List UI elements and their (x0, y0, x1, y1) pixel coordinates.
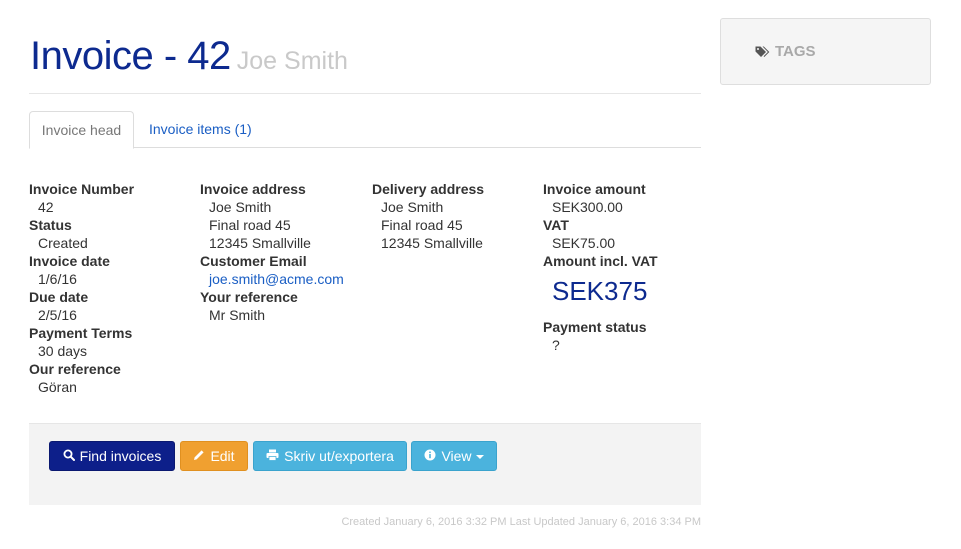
delivery-address-city: 12345 Smallville (381, 235, 483, 251)
payment-status-value: ? (552, 337, 560, 353)
invoice-address-label: Invoice address (200, 181, 306, 197)
tab-invoice-items[interactable]: Invoice items (1) (137, 111, 264, 148)
your-reference-label: Your reference (200, 289, 298, 305)
due-date-label: Due date (29, 289, 89, 305)
customer-email-label: Customer Email (200, 253, 307, 269)
tags-icon (755, 45, 770, 62)
delivery-address-column: Delivery address Joe Smith Final road 45… (372, 180, 540, 252)
print-export-button[interactable]: Skriv ut/exportera (253, 441, 407, 471)
tags-panel: TAGS (720, 18, 931, 85)
our-reference-label: Our reference (29, 361, 121, 377)
print-export-label: Skriv ut/exportera (284, 448, 394, 464)
due-date-value: 2/5/16 (38, 307, 77, 323)
invoice-date-label: Invoice date (29, 253, 110, 269)
view-label: View (441, 448, 472, 464)
printer-icon (266, 443, 279, 471)
payment-terms-label: Payment Terms (29, 325, 133, 341)
chevron-down-icon (475, 455, 484, 460)
customer-email-link[interactable]: joe.smith@acme.com (200, 270, 368, 288)
pencil-icon (193, 443, 205, 471)
amounts-column: Invoice amount SEK300.00 VAT SEK75.00 Am… (543, 180, 711, 354)
amount-incl-vat-value: SEK375 (552, 276, 648, 306)
page-header: Invoice - 42 Joe Smith (29, 34, 701, 94)
delivery-address-street: Final road 45 (381, 217, 463, 233)
customer-name: Joe Smith (236, 47, 348, 75)
amount-incl-vat-label: Amount incl. VAT (543, 253, 658, 269)
tab-invoice-head[interactable]: Invoice head (29, 111, 134, 149)
edit-label: Edit (210, 448, 235, 464)
invoice-amount-value: SEK300.00 (552, 199, 623, 215)
payment-status-label: Payment status (543, 319, 647, 335)
invoice-address-column: Invoice address Joe Smith Final road 45 … (200, 180, 368, 324)
vat-label: VAT (543, 217, 569, 233)
find-invoices-button[interactable]: Find invoices (49, 441, 175, 471)
edit-button[interactable]: Edit (180, 441, 248, 471)
find-invoices-label: Find invoices (79, 448, 162, 464)
tab-bar: Invoice head Invoice items (1) (29, 111, 701, 149)
invoice-details-column: Invoice Number 42 Status Created Invoice… (29, 180, 197, 396)
invoice-number-value: 42 (38, 199, 54, 215)
status-label: Status (29, 217, 72, 233)
invoice-number-label: Invoice Number (29, 181, 135, 197)
status-value: Created (38, 235, 88, 251)
invoice-amount-label: Invoice amount (543, 181, 646, 197)
delivery-address-name: Joe Smith (381, 199, 444, 215)
page-title: Invoice - 42 Joe Smith (30, 34, 348, 83)
action-bar: Find invoices Edit Skriv ut/exportera Vi… (29, 423, 701, 505)
invoice-title: Invoice - 42 (30, 34, 231, 78)
delivery-address-label: Delivery address (372, 181, 485, 197)
invoice-address-street: Final road 45 (209, 217, 291, 233)
view-dropdown-button[interactable]: View (411, 441, 497, 471)
invoice-date-value: 1/6/16 (38, 271, 77, 287)
record-timestamps: Created January 6, 2016 3:32 PM Last Upd… (341, 516, 701, 528)
search-icon (63, 443, 75, 471)
info-circle-icon (424, 443, 436, 471)
vat-value: SEK75.00 (552, 235, 616, 251)
payment-terms-value: 30 days (38, 343, 88, 359)
invoice-address-name: Joe Smith (209, 199, 272, 215)
tags-panel-title: TAGS (755, 43, 816, 62)
tags-label: TAGS (775, 43, 816, 60)
our-reference-value: Göran (38, 379, 77, 395)
your-reference-value: Mr Smith (209, 307, 265, 323)
invoice-address-city: 12345 Smallville (209, 235, 311, 251)
